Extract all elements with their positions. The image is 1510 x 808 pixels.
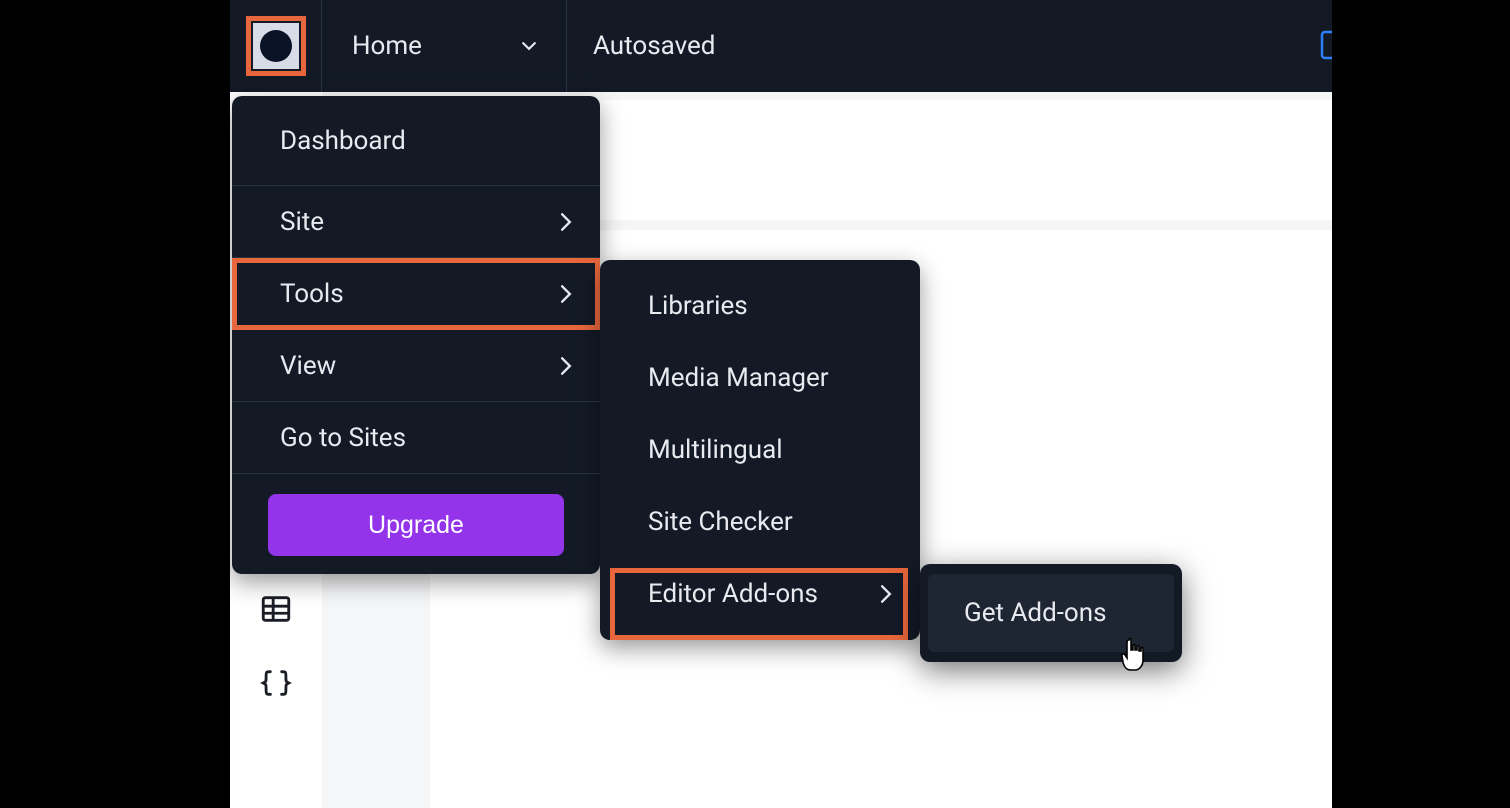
menu-label: Go to Sites xyxy=(280,423,406,453)
chevron-right-icon xyxy=(560,357,572,375)
menu-item-site[interactable]: Site xyxy=(232,186,600,258)
logo-cell[interactable] xyxy=(230,0,322,92)
app-logo xyxy=(253,23,299,69)
menu-label: Dashboard xyxy=(280,126,406,156)
submenu-label: Editor Add-ons xyxy=(648,579,818,609)
submenu-item-editor-addons[interactable]: Editor Add-ons xyxy=(600,558,920,630)
menu-item-tools[interactable]: Tools xyxy=(232,258,600,330)
addons-submenu-panel: Get Add-ons xyxy=(920,564,1182,662)
submenu-item-site-checker[interactable]: Site Checker xyxy=(600,486,920,558)
code-braces-icon[interactable] xyxy=(259,666,293,700)
submenu-label: Libraries xyxy=(648,291,748,321)
upgrade-wrapper: Upgrade xyxy=(232,474,600,556)
upgrade-button[interactable]: Upgrade xyxy=(268,494,564,556)
menu-item-view[interactable]: View xyxy=(232,330,600,402)
logo-highlight-box xyxy=(246,16,306,76)
right-edge-partial-icon xyxy=(1320,30,1332,60)
chevron-right-icon xyxy=(560,285,572,303)
chevron-right-icon xyxy=(560,213,572,231)
top-bar: Home Autosaved xyxy=(230,0,1332,92)
submenu-label: Site Checker xyxy=(648,507,793,537)
logo-circle-icon xyxy=(260,30,292,62)
submenu-item-multilingual[interactable]: Multilingual xyxy=(600,414,920,486)
submenu-label: Get Add-ons xyxy=(964,598,1107,628)
chevron-down-icon xyxy=(522,39,536,53)
tools-submenu-panel: Libraries Media Manager Multilingual Sit… xyxy=(600,260,920,640)
page-selector[interactable]: Home xyxy=(322,0,567,92)
submenu-item-media-manager[interactable]: Media Manager xyxy=(600,342,920,414)
menu-item-go-to-sites[interactable]: Go to Sites xyxy=(232,402,600,474)
submenu-label: Media Manager xyxy=(648,363,829,393)
table-icon[interactable] xyxy=(259,592,293,626)
menu-label: Site xyxy=(280,207,324,237)
page-selector-label: Home xyxy=(352,31,422,61)
autosave-status: Autosaved xyxy=(567,31,741,61)
menu-label: View xyxy=(280,351,336,381)
submenu-item-libraries[interactable]: Libraries xyxy=(600,270,920,342)
main-menu-panel: Dashboard Site Tools View Go to Sites Up… xyxy=(232,96,600,574)
chevron-right-icon xyxy=(880,585,892,603)
submenu-item-get-addons[interactable]: Get Add-ons xyxy=(928,574,1174,652)
submenu-label: Multilingual xyxy=(648,435,783,465)
menu-label: Tools xyxy=(280,279,344,309)
menu-item-dashboard[interactable]: Dashboard xyxy=(232,96,600,186)
